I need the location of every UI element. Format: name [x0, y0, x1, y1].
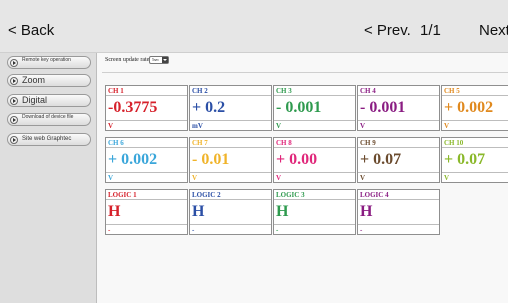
update-rate-value: 5sec: [152, 57, 160, 62]
channel-unit: V: [106, 120, 187, 130]
channel-cell: LOGIC 4 H -: [357, 189, 440, 235]
sidebar-item-label: Zoom: [22, 75, 46, 85]
channel-name: CH 1: [106, 86, 187, 96]
chevron-down-icon: [162, 57, 168, 63]
channel-value: + 0.00: [276, 151, 318, 168]
next-page-button[interactable]: Next: [479, 22, 508, 39]
channel-unit: -: [190, 224, 271, 234]
sidebar-item-zoom[interactable]: Zoom: [7, 74, 91, 87]
sidebar-item-digital[interactable]: Digital: [7, 94, 91, 107]
channel-name: CH 4: [358, 86, 439, 96]
channel-value: H: [360, 203, 373, 220]
channel-value: -0.3775: [108, 99, 158, 116]
channel-unit: V: [358, 120, 439, 130]
channel-cell: LOGIC 1 H -: [105, 189, 188, 235]
channel-unit: -: [106, 224, 187, 234]
play-icon: [10, 115, 18, 124]
channel-name: CH 5: [442, 86, 508, 96]
channel-name: CH 2: [190, 86, 271, 96]
channel-name: CH 9: [358, 138, 439, 148]
sidebar-item-remote-key-operation[interactable]: Remote key operation: [7, 56, 91, 69]
channel-name: LOGIC 3: [274, 190, 355, 200]
channel-value: + 0.002: [444, 99, 494, 116]
channel-name: LOGIC 2: [190, 190, 271, 200]
channel-cell: LOGIC 2 H -: [189, 189, 272, 235]
channel-cell: CH 4 - 0.001 V: [357, 85, 440, 131]
channel-unit: V: [442, 172, 508, 182]
channel-value: + 0.002: [108, 151, 158, 168]
channel-unit: V: [274, 120, 355, 130]
channel-unit: -: [358, 224, 439, 234]
play-icon: [10, 135, 18, 144]
top-bar: < Back < Prev. 1/1 Next: [0, 0, 508, 53]
update-rate-select[interactable]: 5sec: [149, 56, 169, 64]
channel-cell: CH 8 + 0.00 V: [273, 137, 356, 183]
channel-unit: V: [274, 172, 355, 182]
channel-value: + 0.07: [360, 151, 402, 168]
channel-unit: V: [106, 172, 187, 182]
channel-unit: V: [190, 172, 271, 182]
channel-cell: CH 3 - 0.001 V: [273, 85, 356, 131]
channel-name: CH 10: [442, 138, 508, 148]
channel-value: + 0.2: [192, 99, 226, 116]
channel-value: H: [192, 203, 205, 220]
channel-cell: CH 10 + 0.07 V: [441, 137, 508, 183]
channel-value: - 0.001: [360, 99, 406, 116]
play-icon: [10, 76, 18, 85]
channel-unit: mV: [190, 120, 271, 130]
page-indicator: 1/1: [420, 22, 441, 39]
sidebar-item-label: Digital: [22, 95, 48, 105]
sidebar-item-label: Download of device file: [22, 113, 74, 120]
update-rate-label: Screen update rate: [105, 57, 150, 63]
channel-cell: CH 1 -0.3775 V: [105, 85, 188, 131]
play-icon: [10, 96, 18, 105]
channel-name: CH 3: [274, 86, 355, 96]
channel-name: CH 7: [190, 138, 271, 148]
channel-value: H: [276, 203, 289, 220]
channel-cell: CH 9 + 0.07 V: [357, 137, 440, 183]
sidebar-item-label: Remote key operation: [22, 56, 71, 63]
sidebar-item-label: Site web Graphtec: [22, 136, 72, 142]
channel-value: H: [108, 203, 121, 220]
channel-value: + 0.07: [444, 151, 486, 168]
channel-cell: CH 7 - 0.01 V: [189, 137, 272, 183]
back-button[interactable]: < Back: [8, 22, 54, 39]
channel-value: - 0.001: [276, 99, 322, 116]
main-panel: Screen update rate 5sec CH 1 -0.3775 V CH 2…: [97, 53, 508, 303]
channel-cell: LOGIC 3 H -: [273, 189, 356, 235]
sidebar-item-download-device-file[interactable]: Download of device file: [7, 113, 91, 126]
channel-cell: CH 5 + 0.002 V: [441, 85, 508, 131]
sidebar: Remote key operation Zoom Digital Downlo…: [0, 53, 97, 303]
channel-name: LOGIC 4: [358, 190, 439, 200]
divider: [102, 72, 508, 73]
play-icon: [10, 58, 18, 67]
channel-cell: CH 2 + 0.2 mV: [189, 85, 272, 131]
channel-name: CH 8: [274, 138, 355, 148]
channel-unit: V: [442, 120, 508, 130]
channel-unit: V: [358, 172, 439, 182]
channel-value: - 0.01: [192, 151, 230, 168]
channel-name: CH 6: [106, 138, 187, 148]
channel-cell: CH 6 + 0.002 V: [105, 137, 188, 183]
channel-unit: -: [274, 224, 355, 234]
channel-name: LOGIC 1: [106, 190, 187, 200]
sidebar-item-site-web-graphtec[interactable]: Site web Graphtec: [7, 133, 91, 146]
prev-page-button[interactable]: < Prev.: [364, 22, 411, 39]
